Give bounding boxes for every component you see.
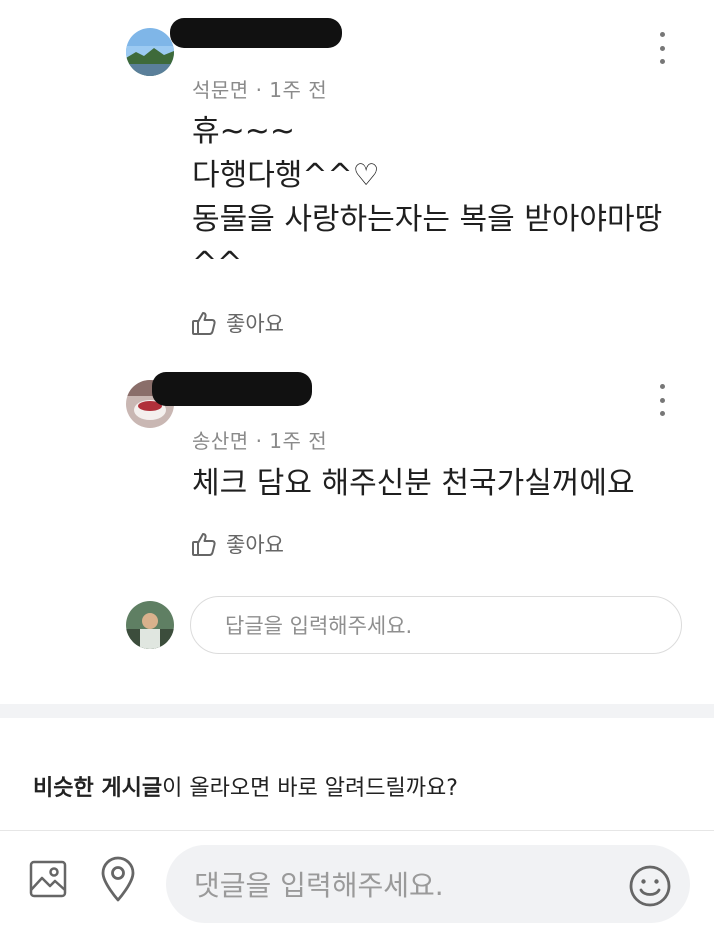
comment-line: 체크 담요 해주신분 천국가실꺼에요 — [192, 466, 635, 501]
bottom-comment-bar: 댓글을 입력해주세요. — [0, 830, 714, 945]
similar-posts-text: 이 올라오면 바로 알려드릴까요? — [162, 776, 458, 801]
comment-line: 동물을 사랑하는자는 복을 받아야마땅 — [192, 202, 663, 237]
timestamp: 1주 전 — [269, 78, 328, 102]
thumbs-up-icon — [192, 312, 216, 335]
comment-meta: 석문면 · 1주 전 — [192, 74, 327, 103]
redacted-author-name — [170, 18, 342, 48]
image-icon[interactable] — [28, 859, 68, 899]
reply-input[interactable]: 답글을 입력해주세요. — [190, 596, 682, 654]
like-label: 좋아요 — [226, 533, 284, 557]
comment-body: 체크 담요 해주신분 천국가실꺼에요 — [192, 462, 635, 506]
location-label: 석문면 — [192, 78, 249, 102]
similar-posts-prompt[interactable]: 비슷한 게시글이 올라오면 바로 알려드릴까요? — [33, 770, 458, 802]
avatar[interactable] — [126, 28, 174, 76]
comment-line: 휴~~~ — [192, 114, 296, 149]
like-button[interactable]: 좋아요 — [190, 308, 284, 338]
smiley-icon[interactable] — [627, 863, 673, 909]
my-avatar — [126, 601, 174, 649]
meta-separator: · — [255, 429, 263, 453]
more-options-icon[interactable] — [650, 28, 674, 68]
thumbs-up-icon — [192, 533, 216, 556]
comment-placeholder: 댓글을 입력해주세요. — [194, 869, 444, 902]
comment-meta: 송산면 · 1주 전 — [192, 425, 327, 454]
location-label: 송산면 — [192, 429, 249, 453]
reply-placeholder: 답글을 입력해주세요. — [225, 614, 413, 638]
similar-posts-bold: 비슷한 게시글 — [33, 776, 163, 801]
meta-separator: · — [255, 78, 263, 102]
location-pin-icon[interactable] — [98, 855, 138, 903]
like-button[interactable]: 좋아요 — [190, 529, 284, 559]
comment-body: 휴~~~ 다행다행^^♡ 동물을 사랑하는자는 복을 받아야마땅 ^^ — [192, 110, 662, 286]
like-label: 좋아요 — [226, 312, 284, 336]
timestamp: 1주 전 — [269, 429, 328, 453]
comment-input[interactable]: 댓글을 입력해주세요. — [166, 845, 690, 923]
section-divider — [0, 704, 714, 718]
more-options-icon[interactable] — [650, 380, 674, 420]
comment-line: 다행다행^^♡ — [192, 158, 380, 193]
redacted-author-name — [152, 372, 312, 406]
comment-line: ^^ — [192, 246, 243, 281]
